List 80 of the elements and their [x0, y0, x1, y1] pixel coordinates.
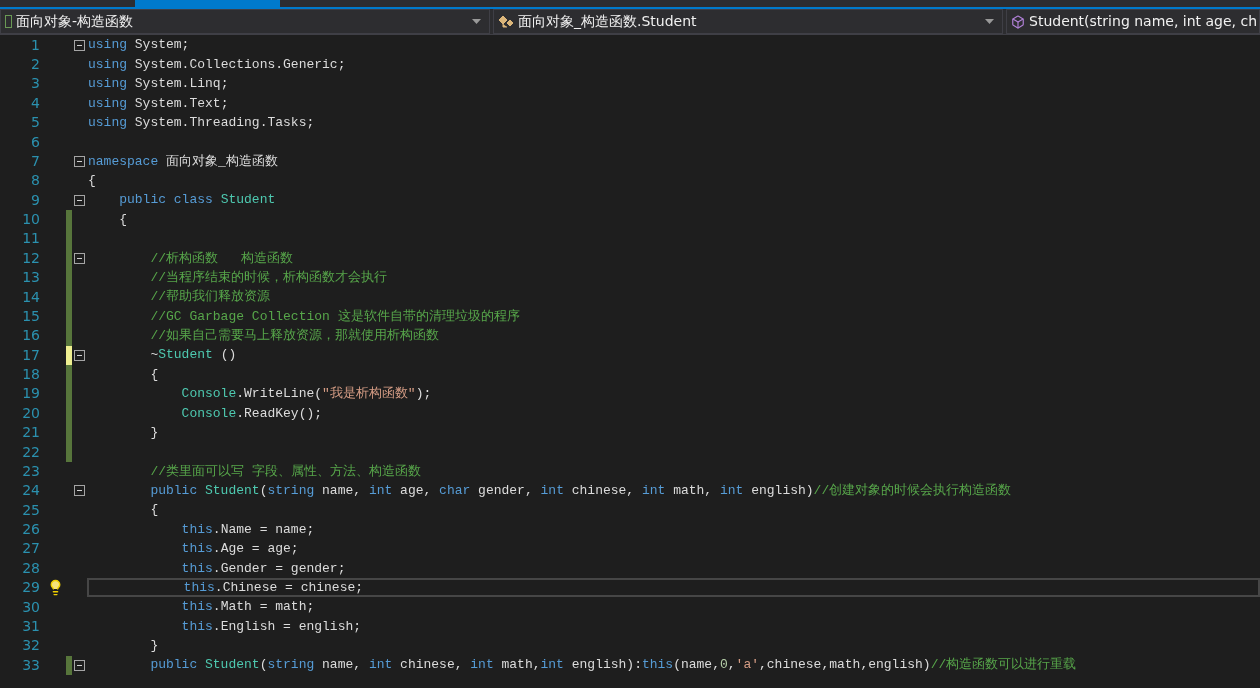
line-number: 29: [21, 578, 41, 598]
line-number: 10: [21, 210, 41, 230]
line-number: 9: [30, 190, 41, 210]
code-line: Console.WriteLine("我是析构函数");: [180, 385, 433, 404]
code-line: namespace 面向对象_构造函数: [87, 152, 279, 171]
line-number: 25: [21, 500, 41, 520]
line-number: 15: [21, 306, 41, 326]
code-line: //类里面可以写 字段、属性、方法、构造函数: [149, 462, 422, 481]
code-line: using System.Linq;: [87, 75, 230, 94]
line-number: 12: [21, 248, 41, 268]
line-number: 22: [21, 442, 41, 462]
line-number: 30: [21, 597, 41, 617]
line-number: 26: [21, 520, 41, 540]
line-number: 16: [21, 326, 41, 346]
code-line: using System.Text;: [87, 94, 230, 113]
line-number: 33: [21, 655, 41, 675]
line-number: 31: [21, 616, 41, 636]
code-line: using System.Collections.Generic;: [87, 55, 347, 74]
line-number: 20: [21, 403, 41, 423]
collapse-icon[interactable]: [74, 39, 85, 51]
line-number: 18: [21, 365, 41, 385]
code-line: ~Student (): [149, 346, 238, 365]
line-number: 11: [21, 229, 41, 249]
caret-icon: [472, 19, 481, 24]
line-number: 21: [21, 423, 41, 443]
line-number: 5: [30, 113, 41, 133]
code-line: public class Student: [118, 191, 277, 210]
dropdown-label: Student(string name, int age, ch: [1029, 12, 1258, 31]
code-line: }: [149, 637, 160, 656]
line-number: 14: [21, 287, 41, 307]
class-icon: [498, 14, 514, 29]
code-line: Console.ReadKey();: [180, 404, 324, 423]
line-number: 8: [30, 171, 41, 191]
line-number: 28: [21, 558, 41, 578]
code-line: this.Name = name;: [180, 520, 316, 539]
code-line: }: [149, 423, 160, 442]
line-number: 24: [21, 481, 41, 501]
line-number: 17: [21, 345, 41, 365]
code-line: {: [149, 501, 160, 520]
line-number: 6: [30, 132, 41, 152]
line-number: 4: [30, 93, 41, 113]
code-line: this.Gender = gender;: [180, 559, 347, 578]
code-line: //如果自己需要马上释放资源，那就使用析构函数: [149, 327, 440, 346]
line-number: 3: [30, 74, 41, 94]
project-icon: [5, 15, 12, 28]
code-line: //析构函数 构造函数: [149, 249, 295, 268]
line-number: 23: [21, 461, 41, 481]
navigation-dropdown[interactable]: 面向对象_构造函数.Student: [493, 9, 1003, 34]
code-line: {: [118, 210, 128, 229]
dropdown-label: 面向对象-构造函数: [16, 12, 135, 31]
line-number: 2: [30, 55, 41, 75]
collapse-icon[interactable]: [74, 252, 85, 264]
code-line: this.Math = math;: [180, 598, 316, 617]
code-line: {: [87, 172, 97, 191]
line-number: 13: [21, 268, 41, 288]
collapse-icon[interactable]: [74, 194, 85, 206]
code-line: //GC Garbage Collection 这是软件自带的清理垃圾的程序: [149, 307, 521, 326]
collapse-icon[interactable]: [74, 659, 85, 671]
cube-icon: [1011, 14, 1025, 29]
dropdown-label: 面向对象_构造函数.Student: [518, 12, 698, 31]
line-number: 32: [21, 636, 41, 656]
code-line: public Student(string name, int age, char gender, int chinese, int math, int english)//创建对象的时候会执行构造函数: [149, 482, 1013, 501]
line-number: 19: [21, 384, 41, 404]
code-line: //当程序结束的时候，析构函数才会执行: [149, 268, 388, 287]
collapse-icon[interactable]: [74, 485, 85, 497]
code-line: //帮助我们释放资源: [149, 288, 271, 307]
line-number: 27: [21, 539, 41, 559]
code-line: {: [149, 365, 160, 384]
caret-icon: [985, 19, 994, 24]
line-number: 7: [30, 151, 41, 171]
collapse-icon[interactable]: [74, 349, 85, 361]
navigation-dropdown[interactable]: Student(string name, int age, ch: [1006, 9, 1260, 34]
code-line: public Student(string name, int chinese, int math,int english):this(name,0,'a',chinese,math,english)//构造函数可以进行重载: [149, 656, 1078, 675]
navigation-dropdown[interactable]: 面向对象-构造函数: [0, 9, 490, 34]
code-line: using System;: [87, 36, 191, 55]
code-line: this.Age = age;: [180, 540, 300, 559]
line-number: 1: [30, 35, 41, 55]
code-line: using System.Threading.Tasks;: [87, 113, 316, 132]
code-line: this.English = english;: [180, 617, 363, 636]
collapse-icon[interactable]: [74, 155, 85, 167]
